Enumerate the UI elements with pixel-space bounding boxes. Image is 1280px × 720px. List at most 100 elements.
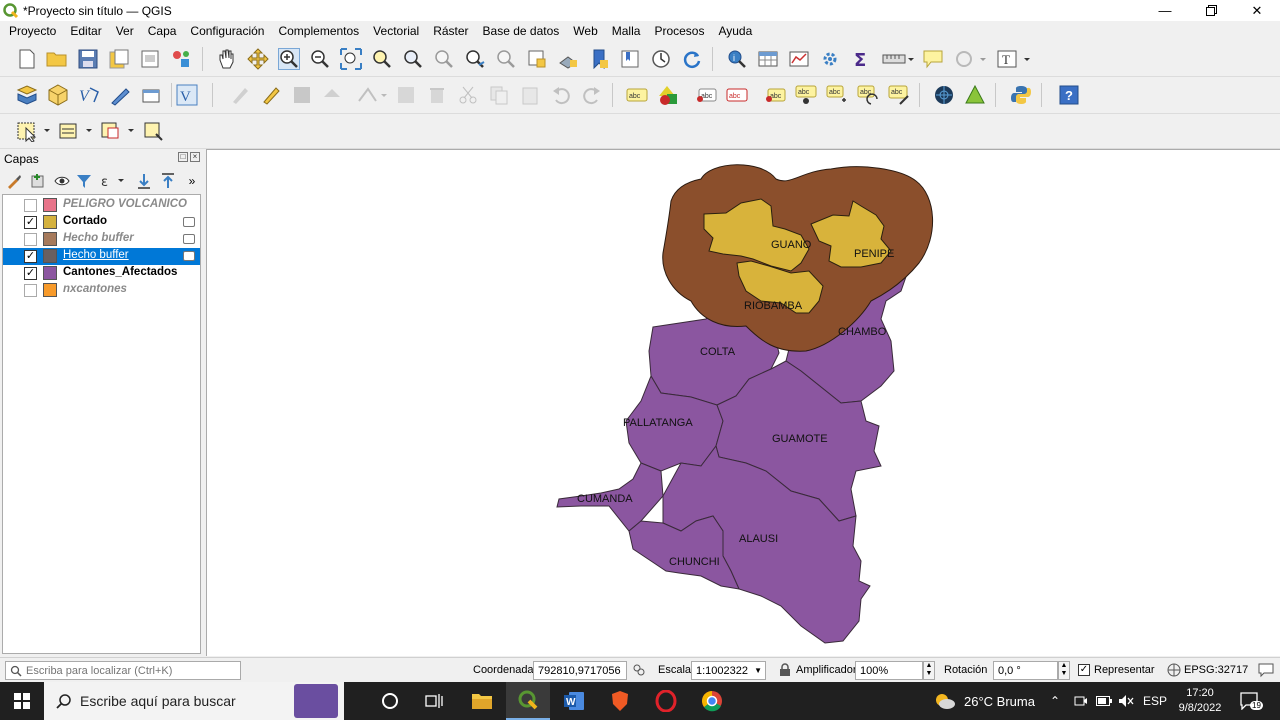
filter-expression-icon[interactable]: ε	[100, 173, 124, 189]
locator-input[interactable]	[26, 664, 226, 677]
field-calculator-icon[interactable]: Σ	[850, 48, 872, 70]
current-edits-icon[interactable]	[229, 84, 251, 106]
word-icon[interactable]: W	[552, 682, 596, 720]
new-temporary-layer-icon[interactable]	[140, 84, 162, 106]
open-project-icon[interactable]	[46, 48, 68, 70]
layer-symbol[interactable]	[43, 266, 57, 280]
layer-row[interactable]: ✓ Cortado	[3, 214, 200, 231]
file-explorer-icon[interactable]	[460, 682, 504, 720]
volume-muted-icon[interactable]	[1118, 682, 1134, 720]
locator-bar[interactable]	[5, 661, 241, 680]
map-canvas[interactable]: GUANO PENIPE RIOBAMBA CHAMBO COLTA PALLA…	[206, 149, 1280, 656]
windows-start-icon[interactable]	[0, 682, 44, 720]
rotate-label-icon[interactable]: abc	[826, 84, 848, 106]
new-map-view-icon[interactable]	[526, 48, 548, 70]
save-as-icon[interactable]	[108, 48, 130, 70]
select-by-location-icon[interactable]	[142, 120, 164, 142]
more-tools-icon[interactable]: »	[184, 173, 200, 189]
layer-symbol[interactable]	[43, 215, 57, 229]
collapse-all-icon[interactable]	[160, 173, 176, 189]
scale-combo[interactable]: 1:1002322 ▼	[691, 661, 766, 680]
coordinate-toggle-icon[interactable]	[632, 663, 646, 680]
new-3d-view-icon[interactable]	[557, 48, 579, 70]
decorations-icon[interactable]	[953, 48, 987, 70]
refresh-icon[interactable]	[681, 48, 703, 70]
menu-configuracion[interactable]: Configuración	[183, 21, 271, 41]
menu-editar[interactable]: Editar	[63, 21, 108, 41]
copy-features-icon[interactable]	[488, 84, 510, 106]
temporal-controller-icon[interactable]	[650, 48, 672, 70]
zoom-to-layer-icon[interactable]	[402, 48, 424, 70]
pan-icon[interactable]	[216, 48, 238, 70]
menu-raster[interactable]: Ráster	[426, 21, 475, 41]
rotation-field[interactable]: 0,0 °	[993, 661, 1058, 680]
zoom-in-icon[interactable]	[278, 48, 300, 70]
vertex-tool-icon[interactable]	[355, 84, 389, 106]
messages-icon[interactable]	[1258, 662, 1274, 681]
crs-label[interactable]: EPSG:32717	[1184, 664, 1248, 676]
new-virtual-layer-icon[interactable]: V	[176, 84, 198, 106]
pin-labels-icon[interactable]: abc	[695, 84, 717, 106]
save-edits-icon[interactable]	[291, 84, 313, 106]
new-spatialite-layer-icon[interactable]	[109, 84, 131, 106]
delete-selected-icon[interactable]	[426, 84, 448, 106]
qgis-taskbar-icon[interactable]	[506, 682, 550, 720]
float-panel-icon[interactable]: □	[178, 152, 188, 162]
quickmapservices-icon[interactable]	[933, 84, 955, 106]
new-bookmark-icon[interactable]	[588, 48, 610, 70]
menu-capa[interactable]: Capa	[141, 21, 184, 41]
processing-toolbox-icon[interactable]	[819, 48, 841, 70]
zoom-to-selection-icon[interactable]	[371, 48, 393, 70]
georeferencer-icon[interactable]	[964, 84, 986, 106]
layer-checkbox[interactable]: ✓	[24, 216, 37, 229]
opera-icon[interactable]	[644, 682, 688, 720]
filter-legend-icon[interactable]	[76, 173, 92, 189]
layer-symbol[interactable]	[43, 283, 57, 297]
style-manager-icon[interactable]	[170, 48, 192, 70]
pan-to-selection-icon[interactable]	[247, 48, 269, 70]
zoom-native-icon[interactable]	[433, 48, 455, 70]
brave-icon[interactable]	[598, 682, 642, 720]
highlight-labels-icon[interactable]: abc	[795, 84, 817, 106]
crs-globe-icon[interactable]	[1167, 663, 1181, 680]
menu-proyecto[interactable]: Proyecto	[2, 21, 63, 41]
layer-checkbox[interactable]: ✓	[24, 250, 37, 263]
measure-line-icon[interactable]	[881, 48, 915, 70]
modify-attributes-icon[interactable]	[395, 84, 417, 106]
menu-ayuda[interactable]: Ayuda	[711, 21, 759, 41]
layer-symbol[interactable]	[43, 198, 57, 212]
layer-symbol[interactable]	[43, 249, 57, 263]
layer-checkbox[interactable]	[24, 199, 37, 212]
layer-row[interactable]: ✓ Cantones_Afectados	[3, 265, 200, 282]
close-icon[interactable]: ✕	[1234, 0, 1280, 21]
select-features-icon[interactable]	[16, 120, 52, 142]
task-view-icon[interactable]	[412, 682, 456, 720]
menu-complementos[interactable]: Complementos	[271, 21, 366, 41]
style-brush-icon[interactable]	[6, 173, 22, 189]
new-shapefile-layer-icon[interactable]: V	[78, 84, 100, 106]
zoom-next-icon[interactable]	[495, 48, 517, 70]
weather-widget[interactable]: 26°C Bruma	[934, 682, 1035, 720]
cut-features-icon[interactable]	[457, 84, 479, 106]
layer-checkbox[interactable]	[24, 284, 37, 297]
render-checkbox[interactable]: ✓	[1078, 664, 1090, 676]
temporary-layer-icon[interactable]	[183, 251, 195, 261]
redo-icon[interactable]	[581, 84, 603, 106]
change-label-icon[interactable]: abc	[857, 84, 879, 106]
data-source-manager-icon[interactable]	[16, 84, 38, 106]
save-project-icon[interactable]	[77, 48, 99, 70]
show-bookmarks-icon[interactable]	[619, 48, 641, 70]
python-console-icon[interactable]	[1010, 84, 1032, 106]
layer-symbol[interactable]	[43, 232, 57, 246]
layer-row[interactable]: nxcantones	[3, 282, 200, 299]
layer-row[interactable]: ✓ Hecho buffer	[3, 248, 200, 265]
layer-checkbox[interactable]	[24, 233, 37, 246]
diagram-options-icon[interactable]	[657, 84, 679, 106]
magnifier-field[interactable]: 100%	[855, 661, 923, 680]
label-toolbar-icon[interactable]: abc	[626, 84, 648, 106]
new-geopackage-layer-icon[interactable]	[47, 84, 69, 106]
language-indicator[interactable]: ESP	[1143, 682, 1167, 720]
show-labels-icon[interactable]: abc	[726, 84, 748, 106]
add-group-icon[interactable]	[30, 173, 46, 189]
show-hidden-icons[interactable]: ⌃	[1050, 682, 1060, 720]
